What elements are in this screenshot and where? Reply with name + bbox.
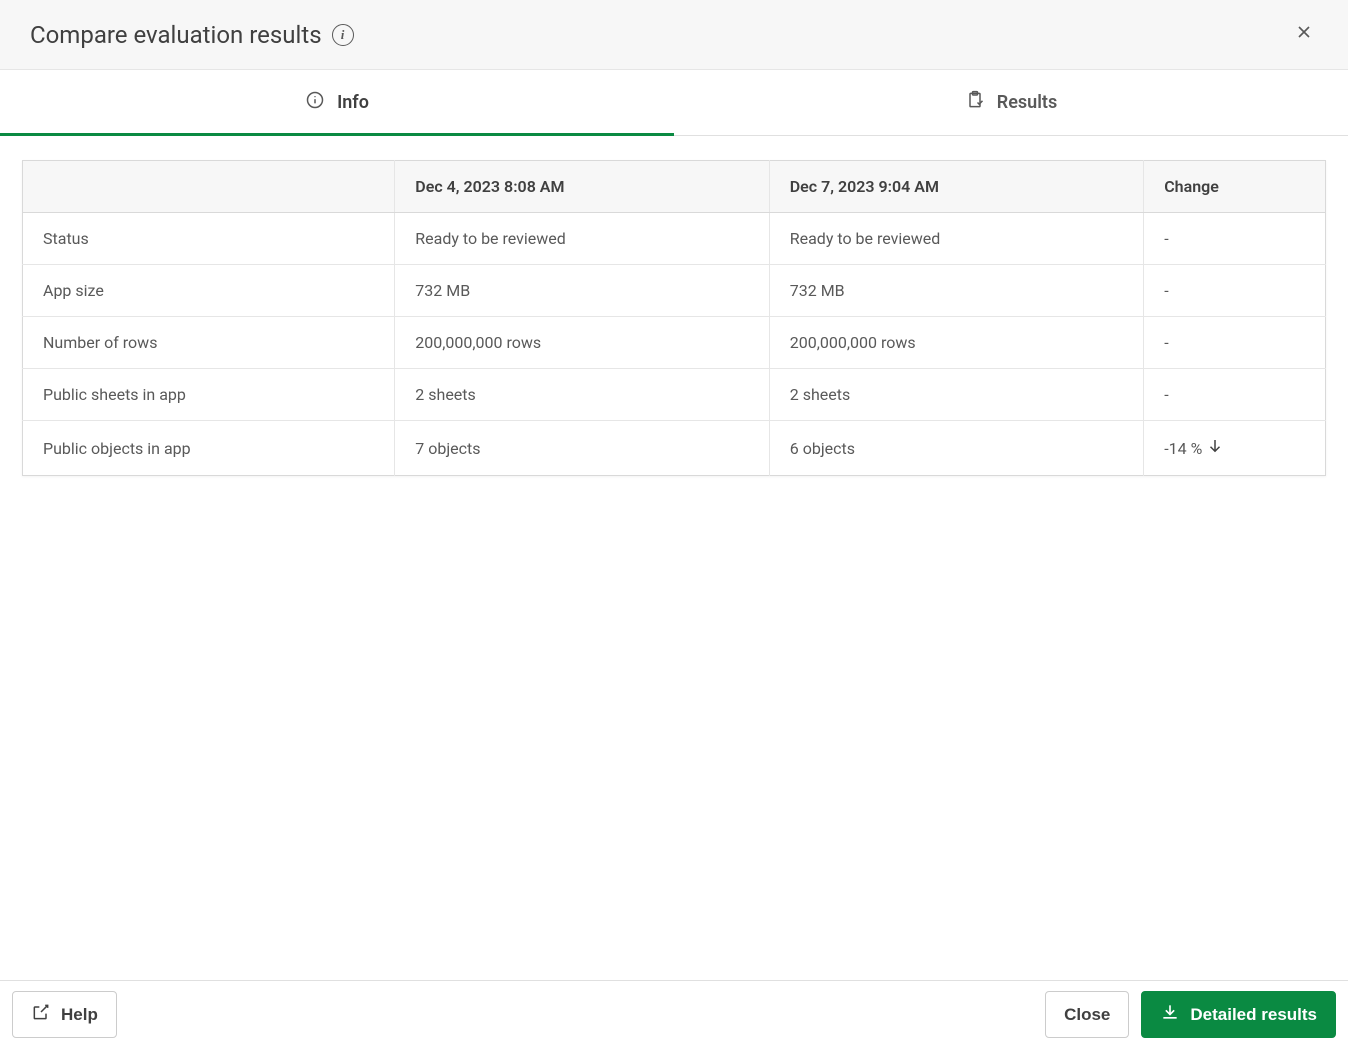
footer-left: Help: [12, 991, 117, 1038]
arrow-down-icon: [1206, 437, 1224, 459]
header-title-wrap: Compare evaluation results i: [30, 21, 354, 49]
table-row: Public sheets in app2 sheets2 sheets-: [23, 369, 1326, 421]
change-text: -: [1164, 281, 1168, 300]
table-row: Public objects in app7 objects6 objects -…: [23, 421, 1326, 476]
change-text: -: [1164, 385, 1168, 404]
metric-label: Public sheets in app: [23, 369, 395, 421]
dialog-content: Dec 4, 2023 8:08 AM Dec 7, 2023 9:04 AM …: [0, 136, 1348, 980]
footer-right: Close Detailed results: [1045, 991, 1336, 1038]
change-value: -: [1144, 317, 1326, 369]
change-text: -14 %: [1164, 439, 1202, 458]
close-icon-button[interactable]: [1290, 18, 1318, 51]
detailed-results-label: Detailed results: [1190, 1005, 1317, 1025]
detailed-results-button[interactable]: Detailed results: [1141, 991, 1336, 1038]
help-button-label: Help: [61, 1005, 98, 1025]
dialog-footer: Help Close Detailed results: [0, 980, 1348, 1048]
table-body: StatusReady to be reviewedReady to be re…: [23, 213, 1326, 476]
tab-results[interactable]: Results: [674, 70, 1348, 135]
tab-results-label: Results: [997, 92, 1057, 113]
download-icon: [1160, 1002, 1180, 1027]
th-eval2: Dec 7, 2023 9:04 AM: [769, 161, 1143, 213]
eval2-value: Ready to be reviewed: [769, 213, 1143, 265]
eval1-value: 200,000,000 rows: [395, 317, 769, 369]
compare-dialog: Compare evaluation results i Info: [0, 0, 1348, 1048]
close-button-label: Close: [1064, 1005, 1110, 1025]
th-metric: [23, 161, 395, 213]
eval2-value: 200,000,000 rows: [769, 317, 1143, 369]
info-icon: [305, 90, 325, 115]
info-icon[interactable]: i: [332, 24, 354, 46]
close-icon: [1294, 21, 1314, 48]
external-link-icon: [31, 1002, 51, 1027]
eval1-value: 2 sheets: [395, 369, 769, 421]
metric-label: Number of rows: [23, 317, 395, 369]
clipboard-check-icon: [965, 90, 985, 115]
eval1-value: 7 objects: [395, 421, 769, 476]
table-row: Number of rows200,000,000 rows200,000,00…: [23, 317, 1326, 369]
dialog-title: Compare evaluation results: [30, 21, 322, 49]
metric-label: Status: [23, 213, 395, 265]
change-value: -: [1144, 369, 1326, 421]
tab-info[interactable]: Info: [0, 70, 674, 135]
help-button[interactable]: Help: [12, 991, 117, 1038]
dialog-header: Compare evaluation results i: [0, 0, 1348, 70]
eval1-value: 732 MB: [395, 265, 769, 317]
tabs: Info Results: [0, 70, 1348, 136]
eval2-value: 6 objects: [769, 421, 1143, 476]
change-text: -: [1164, 333, 1168, 352]
metric-label: App size: [23, 265, 395, 317]
eval1-value: Ready to be reviewed: [395, 213, 769, 265]
eval2-value: 2 sheets: [769, 369, 1143, 421]
table-row: StatusReady to be reviewedReady to be re…: [23, 213, 1326, 265]
compare-table: Dec 4, 2023 8:08 AM Dec 7, 2023 9:04 AM …: [22, 160, 1326, 476]
change-text: -: [1164, 229, 1168, 248]
table-header-row: Dec 4, 2023 8:08 AM Dec 7, 2023 9:04 AM …: [23, 161, 1326, 213]
change-value: -: [1144, 265, 1326, 317]
th-eval1: Dec 4, 2023 8:08 AM: [395, 161, 769, 213]
change-value: -: [1144, 213, 1326, 265]
th-change: Change: [1144, 161, 1326, 213]
eval2-value: 732 MB: [769, 265, 1143, 317]
tab-info-label: Info: [337, 92, 369, 113]
table-row: App size732 MB732 MB-: [23, 265, 1326, 317]
change-value: -14 %: [1144, 421, 1326, 476]
metric-label: Public objects in app: [23, 421, 395, 476]
close-button[interactable]: Close: [1045, 991, 1129, 1038]
